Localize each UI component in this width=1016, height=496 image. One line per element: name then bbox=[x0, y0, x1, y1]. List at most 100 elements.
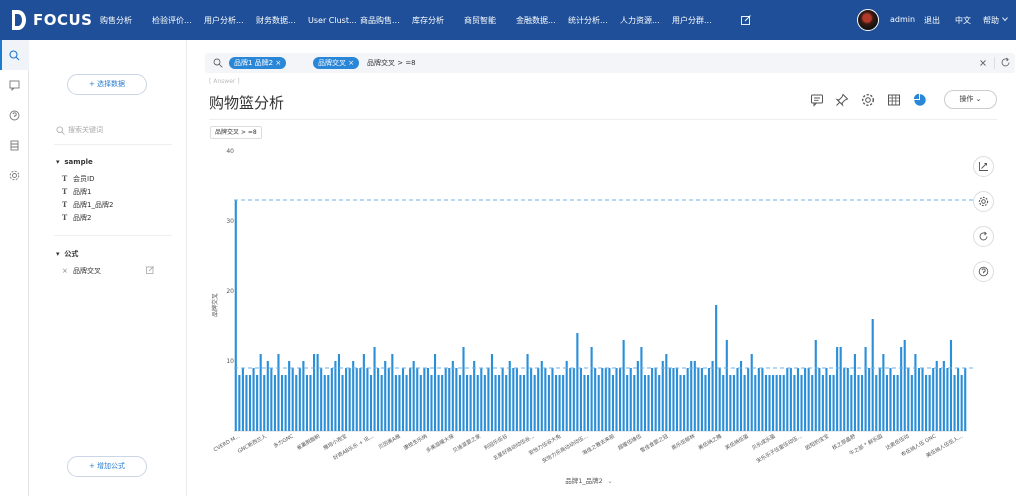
bar bbox=[540, 361, 543, 431]
bar bbox=[252, 368, 255, 431]
bar bbox=[469, 375, 472, 431]
bar bbox=[665, 354, 668, 431]
bar bbox=[857, 375, 860, 431]
bar bbox=[622, 340, 625, 431]
nav-item[interactable]: 金融数据... bbox=[516, 15, 568, 26]
bar bbox=[871, 319, 874, 431]
source-header[interactable]: ▾ sample bbox=[56, 158, 93, 166]
avatar[interactable] bbox=[857, 9, 879, 31]
language-switch[interactable]: 中文 bbox=[955, 15, 971, 26]
nav-item[interactable]: 检验评价... bbox=[152, 15, 204, 26]
help-icon bbox=[978, 266, 989, 277]
nav-item[interactable]: 商品购售... bbox=[360, 15, 412, 26]
chart-help-button[interactable] bbox=[973, 261, 994, 282]
y-tick-label: 10 bbox=[226, 358, 234, 365]
x-tick-label: 五星好商动动伍谷... bbox=[491, 432, 536, 462]
chart-refresh-button[interactable] bbox=[973, 226, 994, 247]
nav-item[interactable]: 用户分析... bbox=[204, 15, 256, 26]
select-data-button[interactable]: + 选择数据 bbox=[67, 74, 147, 95]
bar bbox=[661, 361, 664, 431]
x-tick-label: 欧阳豹宝宝 bbox=[804, 432, 830, 452]
x-tick-label: 雀巢脱脂粉 bbox=[295, 431, 322, 451]
bar bbox=[946, 368, 949, 431]
database-icon[interactable] bbox=[9, 140, 20, 151]
caret-down-icon: ▾ bbox=[56, 250, 60, 258]
keyword-search-input[interactable]: 搜索关键词 bbox=[56, 125, 171, 137]
bar bbox=[572, 368, 575, 431]
bar bbox=[935, 361, 938, 431]
bar bbox=[739, 361, 743, 431]
column-item[interactable]: T 品牌1 bbox=[62, 187, 91, 197]
bar bbox=[942, 361, 945, 431]
nav-item[interactable]: 库存分析 bbox=[412, 15, 464, 26]
help-icon[interactable] bbox=[9, 110, 20, 121]
nav-item[interactable]: 财务数据... bbox=[256, 15, 308, 26]
bar bbox=[544, 368, 547, 431]
formula-item[interactable]: × 品牌交叉 bbox=[62, 266, 101, 276]
bar bbox=[750, 354, 753, 431]
bar bbox=[668, 368, 671, 431]
user-name[interactable]: admin bbox=[890, 15, 915, 24]
formula-header[interactable]: ▾ 公式 bbox=[56, 249, 78, 259]
column-label: 会员ID bbox=[73, 175, 95, 183]
bar bbox=[690, 361, 693, 431]
bar bbox=[597, 375, 600, 431]
help-link[interactable]: 帮助 bbox=[983, 15, 999, 26]
formula-header-label: 公式 bbox=[64, 250, 79, 258]
text-type-icon: T bbox=[62, 174, 68, 183]
nav-item[interactable]: 人力资源... bbox=[620, 15, 672, 26]
axis-tool-button[interactable] bbox=[973, 156, 994, 177]
focus-logo[interactable]: FOCUS bbox=[10, 9, 93, 31]
bar bbox=[487, 368, 490, 431]
bar bbox=[530, 368, 533, 431]
bar bbox=[683, 375, 686, 431]
logout-link[interactable]: 退出 bbox=[924, 15, 940, 26]
column-item[interactable]: T 品牌2 bbox=[62, 213, 91, 223]
gear-icon bbox=[978, 196, 989, 207]
bar bbox=[882, 354, 885, 431]
add-formula-button[interactable]: + 增加公式 bbox=[67, 456, 147, 477]
bar bbox=[512, 368, 515, 431]
sidebar-active-indicator bbox=[0, 40, 2, 70]
nav-item[interactable]: 用户分群... bbox=[672, 15, 724, 26]
bar bbox=[508, 361, 511, 431]
search-placeholder: 搜索关键词 bbox=[68, 126, 103, 134]
nav-item[interactable]: 购售分析 bbox=[100, 15, 152, 26]
message-icon[interactable] bbox=[9, 80, 20, 91]
nav-item[interactable]: User Clust... bbox=[308, 16, 360, 25]
bar bbox=[280, 375, 284, 431]
bar bbox=[885, 375, 888, 431]
search-icon[interactable] bbox=[9, 50, 20, 61]
top-nav-bar: FOCUS 购售分析 检验评价... 用户分析... 财务数据... User … bbox=[0, 0, 1016, 40]
bar bbox=[860, 375, 864, 431]
edit-formula-icon[interactable] bbox=[146, 266, 154, 274]
column-item[interactable]: T 品牌1_品牌2 bbox=[62, 200, 113, 210]
nav-item[interactable]: 统计分析... bbox=[568, 15, 620, 26]
bar bbox=[277, 354, 280, 431]
bar bbox=[433, 354, 437, 431]
chart-settings-button[interactable] bbox=[973, 191, 994, 212]
bar bbox=[718, 368, 721, 431]
bar bbox=[295, 375, 298, 431]
bar bbox=[832, 375, 835, 431]
bar bbox=[576, 333, 579, 431]
bar bbox=[619, 368, 622, 431]
bar bbox=[288, 361, 291, 431]
bar bbox=[522, 375, 526, 431]
settings-icon[interactable] bbox=[9, 170, 20, 181]
bar bbox=[473, 361, 476, 431]
bar bbox=[850, 375, 853, 431]
bar bbox=[298, 368, 301, 431]
chevron-down-icon: › bbox=[216, 292, 218, 299]
nav-item[interactable]: 商贸智能 bbox=[464, 15, 516, 26]
column-item[interactable]: T 会员ID bbox=[62, 174, 94, 184]
bar bbox=[903, 340, 906, 431]
bar bbox=[594, 368, 597, 431]
bar bbox=[394, 375, 397, 431]
bar bbox=[900, 347, 903, 431]
edit-nav-icon[interactable] bbox=[741, 15, 751, 25]
bar bbox=[828, 375, 832, 431]
bar bbox=[892, 375, 896, 431]
divider bbox=[54, 235, 172, 236]
bar bbox=[868, 368, 871, 431]
